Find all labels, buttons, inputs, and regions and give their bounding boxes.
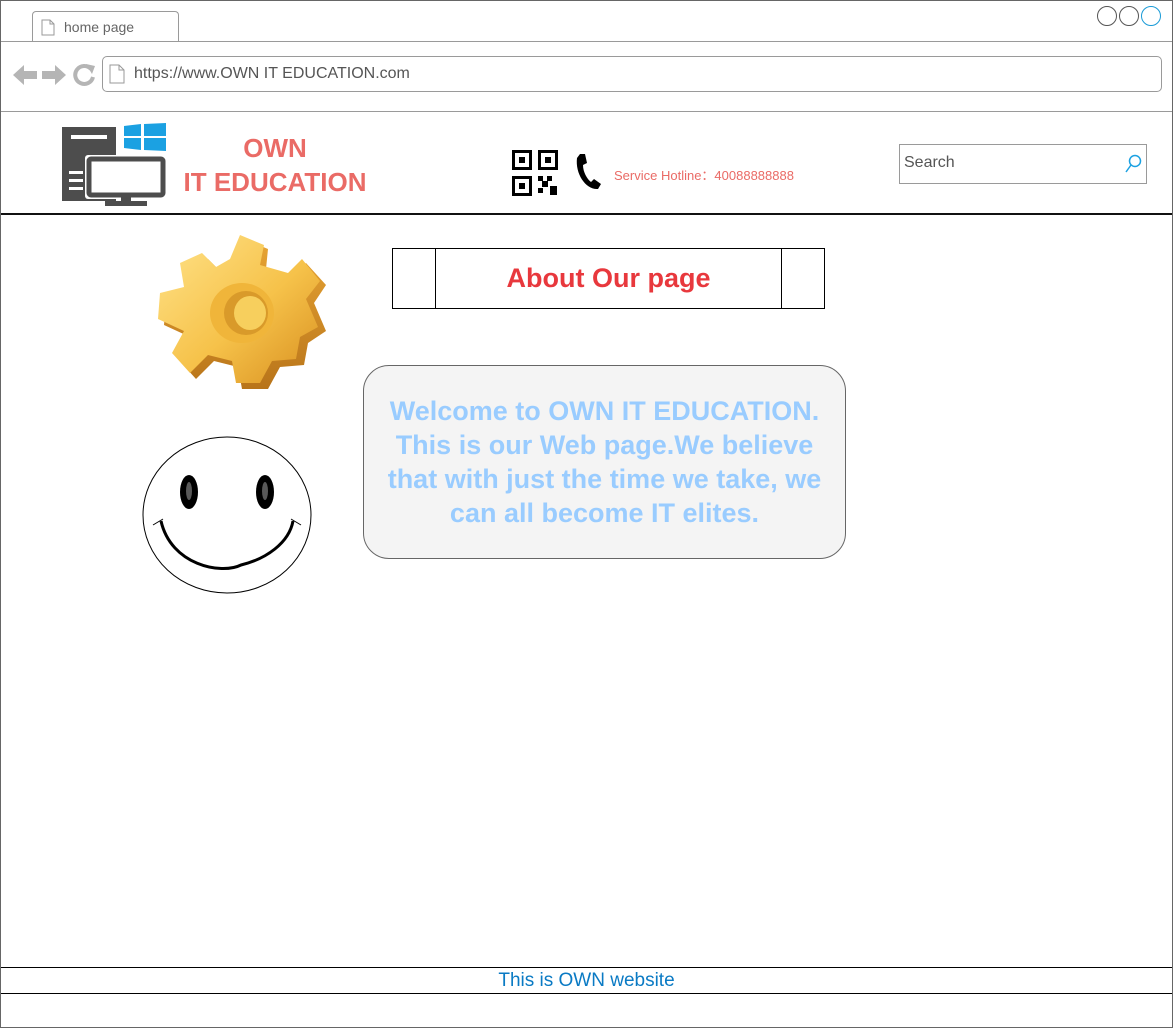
windows-logo-icon — [124, 123, 166, 151]
maximize-button[interactable] — [1119, 6, 1139, 26]
document-icon — [41, 19, 55, 36]
smiley-icon — [142, 436, 312, 594]
tab-title: home page — [64, 19, 135, 35]
address-divider — [1, 111, 1172, 112]
address-bar[interactable]: https://www.OWN IT EDUCATION.com — [102, 56, 1162, 92]
header-divider — [1, 213, 1172, 215]
about-banner: About Our page — [392, 248, 825, 309]
forward-arrow-icon[interactable] — [41, 63, 67, 87]
qr-code-icon[interactable] — [512, 150, 558, 196]
back-arrow-icon[interactable] — [12, 63, 38, 87]
document-icon — [109, 64, 125, 84]
search-input[interactable] — [904, 153, 1116, 173]
about-banner-right-divider — [781, 249, 782, 308]
service-hotline: Service Hotline：40088888888 — [614, 168, 794, 183]
welcome-text: Welcome to OWN IT EDUCATION. This is our… — [387, 396, 822, 528]
footer-bottom-divider — [1, 993, 1172, 994]
close-button[interactable] — [1141, 6, 1161, 26]
search-icon[interactable] — [1124, 154, 1142, 174]
brand-name: OWN IT EDUCATION — [177, 131, 373, 199]
search-box[interactable] — [899, 144, 1147, 184]
welcome-message: Welcome to OWN IT EDUCATION. This is our… — [363, 365, 846, 559]
browser-tab[interactable]: home page — [32, 11, 179, 42]
about-title: About Our page — [506, 263, 711, 293]
footer-top-divider — [1, 967, 1172, 968]
footer-text: This is OWN website — [498, 970, 675, 991]
gear-icon — [158, 235, 326, 389]
refresh-icon[interactable] — [72, 63, 96, 87]
brand-line-2: IT EDUCATION — [183, 167, 367, 197]
navigation-bar: https://www.OWN IT EDUCATION.com — [1, 42, 1172, 111]
browser-window: home page https://www.OWN IT EDUCATION.c… — [0, 0, 1173, 1028]
window-controls — [1097, 6, 1161, 26]
brand-line-1: OWN — [243, 133, 307, 163]
phone-icon[interactable] — [574, 152, 602, 192]
minimize-button[interactable] — [1097, 6, 1117, 26]
url-text: https://www.OWN IT EDUCATION.com — [134, 65, 410, 82]
